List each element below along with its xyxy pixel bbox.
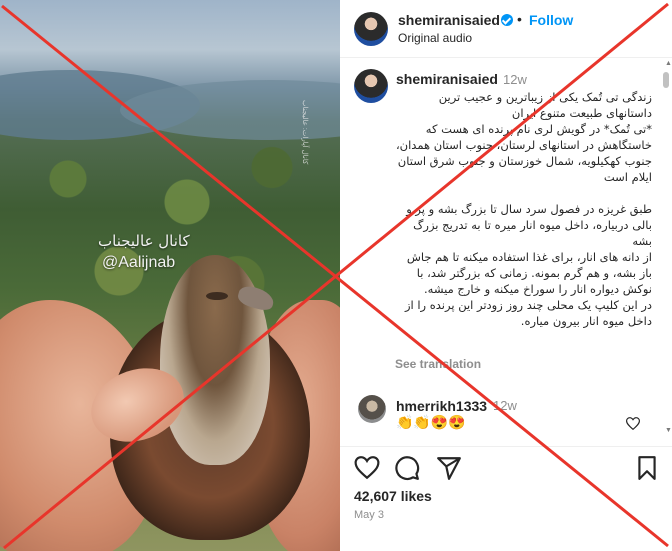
comments-section[interactable]: shemiranisaied 12w زندگی تی تُمک یکی از … bbox=[340, 59, 672, 446]
comment-like-heart-icon[interactable] bbox=[625, 417, 641, 435]
audio-label[interactable]: Original audio bbox=[398, 31, 472, 45]
save-bookmark-icon[interactable] bbox=[634, 455, 660, 481]
caption-timestamp[interactable]: 12w bbox=[503, 72, 527, 87]
comment-timestamp[interactable]: 12w bbox=[493, 398, 517, 413]
post-details-panel: shemiranisaied • Follow Original audio s… bbox=[340, 0, 672, 551]
author-avatar[interactable] bbox=[354, 12, 388, 46]
commenter-avatar[interactable] bbox=[358, 395, 386, 423]
caption-text: زندگی تی تُمک یکی از زیباترین و عجیب تری… bbox=[395, 90, 652, 328]
comment-bubble-icon[interactable] bbox=[394, 455, 420, 481]
share-paper-plane-icon[interactable] bbox=[436, 455, 462, 481]
follow-button[interactable]: Follow bbox=[529, 12, 573, 28]
author-username[interactable]: shemiranisaied bbox=[398, 12, 500, 28]
comment-text: 👏👏😍😍 bbox=[396, 414, 466, 430]
like-heart-icon[interactable] bbox=[354, 455, 380, 481]
caption-avatar[interactable] bbox=[354, 69, 388, 103]
watermark-channel-name: كانال عاليجناب bbox=[98, 232, 190, 250]
verified-badge-icon bbox=[501, 14, 513, 26]
scroll-down-arrow-icon[interactable]: ▼ bbox=[665, 427, 672, 434]
watermark-handle: @Aalijnab bbox=[102, 254, 176, 271]
post-media[interactable]: کانال آپارات: عالیجناب كانال عاليجناب @A… bbox=[0, 0, 340, 551]
side-credit-text: کانال آپارات: عالیجناب bbox=[301, 100, 308, 165]
post-header: shemiranisaied • Follow Original audio bbox=[340, 0, 672, 58]
post-date[interactable]: May 3 bbox=[354, 509, 384, 521]
separator-dot: • bbox=[517, 11, 522, 27]
bird-eye bbox=[206, 292, 228, 300]
scroll-up-arrow-icon[interactable]: ▲ bbox=[665, 60, 672, 67]
commenter-username[interactable]: hmerrikh1333 bbox=[396, 398, 487, 414]
likes-count[interactable]: 42,607 likes bbox=[354, 488, 432, 504]
caption-username[interactable]: shemiranisaied bbox=[396, 71, 498, 87]
post-actions: 42,607 likes May 3 bbox=[340, 446, 672, 551]
scrollbar-thumb[interactable] bbox=[663, 72, 669, 88]
see-translation-link[interactable]: See translation bbox=[395, 357, 481, 371]
